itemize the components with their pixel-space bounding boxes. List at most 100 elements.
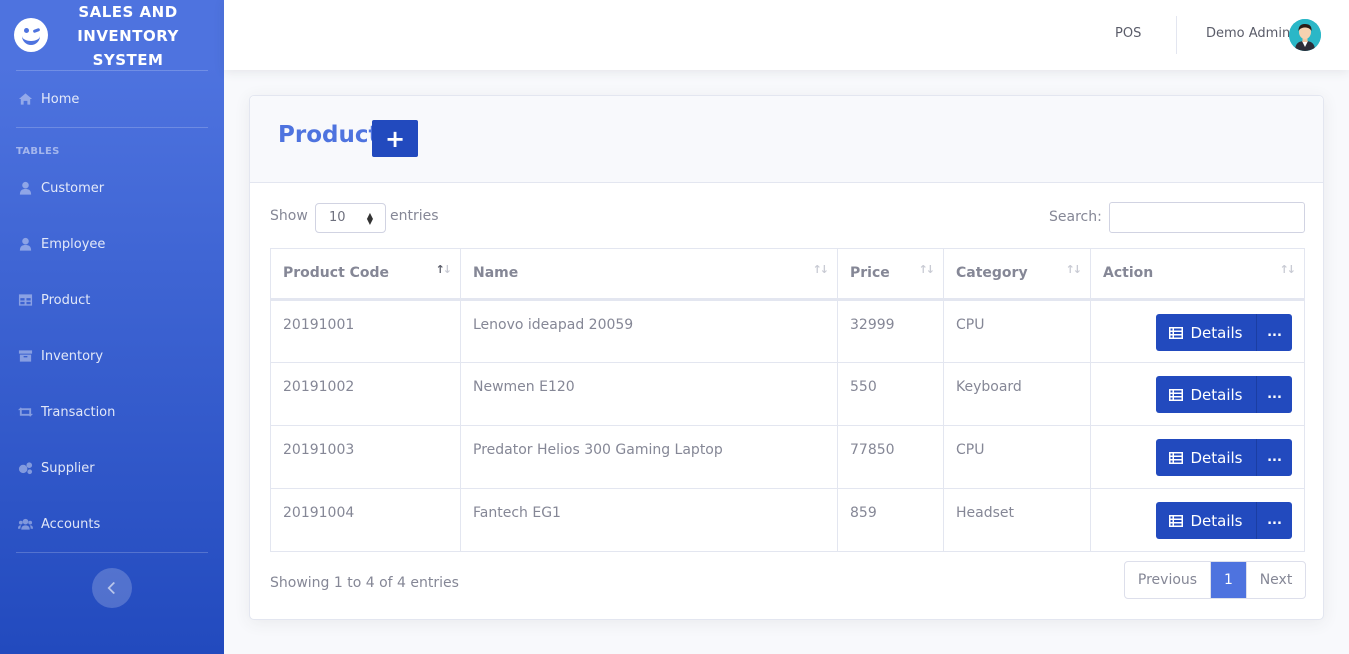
sidebar-item-product[interactable]: Product <box>0 272 224 328</box>
sidebar-item-label: Supplier <box>41 460 95 476</box>
cell-product-code: 20191003 <box>270 425 461 489</box>
details-button[interactable]: Details <box>1156 314 1257 351</box>
search-label: Search: <box>1049 209 1102 225</box>
sidebar-item-accounts[interactable]: Accounts <box>0 496 224 552</box>
column-header-action[interactable]: Action ↑↓ <box>1090 248 1305 301</box>
cell-price: 32999 <box>837 299 944 363</box>
cell-price: 77850 <box>837 425 944 489</box>
pagination: Previous 1 Next <box>1124 561 1306 599</box>
entries-select[interactable]: 10 ▲ ▼ <box>315 203 386 233</box>
column-header-label: Name <box>473 265 519 281</box>
sidebar-item-inventory[interactable]: Inventory <box>0 328 224 384</box>
add-product-button[interactable]: + <box>372 120 418 157</box>
table-row: 20191003 Predator Helios 300 Gaming Lapt… <box>270 425 1305 489</box>
home-icon <box>17 92 33 106</box>
cell-category: Keyboard <box>943 362 1091 426</box>
sidebar-heading: TABLES <box>16 146 60 157</box>
sidebar-item-label: Inventory <box>41 348 104 364</box>
details-button-label: Details <box>1190 385 1243 404</box>
sidebar: SALES AND INVENTORY SYSTEM Home TABLES C… <box>0 0 224 654</box>
column-header-price[interactable]: Price ↑↓ <box>837 248 944 301</box>
cell-price: 859 <box>837 488 944 552</box>
table-row: 20191002 Newmen E120 550 Keyboard Detail… <box>270 362 1305 426</box>
details-button-label: Details <box>1190 448 1243 467</box>
sidebar-toggle-button[interactable] <box>92 568 132 608</box>
brand-title: SALES AND INVENTORY SYSTEM <box>77 3 179 69</box>
sidebar-item-transaction[interactable]: Transaction <box>0 384 224 440</box>
sort-icon: ↑↓ <box>812 263 830 276</box>
cell-action: Details ... <box>1090 425 1305 489</box>
wink-face-icon <box>14 18 48 52</box>
archive-icon <box>17 349 33 363</box>
sort-icon: ↑↓ <box>435 263 453 276</box>
pagination-page-1[interactable]: 1 <box>1211 562 1246 598</box>
sidebar-brand[interactable]: SALES AND INVENTORY SYSTEM <box>0 0 224 70</box>
cell-action: Details ... <box>1090 299 1305 363</box>
column-header-name[interactable]: Name ↑↓ <box>460 248 838 301</box>
sidebar-item-home[interactable]: Home <box>0 71 224 127</box>
product-card: Product + Show 10 ▲ ▼ entries Search: Pro… <box>249 95 1324 620</box>
list-icon <box>1169 388 1184 401</box>
cell-name: Predator Helios 300 Gaming Laptop <box>460 425 838 489</box>
list-icon <box>1169 451 1184 464</box>
user-icon <box>17 237 33 251</box>
entries-select-value: 10 <box>329 210 346 225</box>
table-row: 20191001 Lenovo ideapad 20059 32999 CPU … <box>270 299 1305 363</box>
details-button-label: Details <box>1190 323 1243 342</box>
user-name[interactable]: Demo Admin <box>1206 26 1290 41</box>
more-button[interactable]: ... <box>1257 376 1292 413</box>
sidebar-item-label: Accounts <box>41 516 101 532</box>
sidebar-item-label: Transaction <box>41 404 116 420</box>
cell-action: Details ... <box>1090 488 1305 552</box>
sidebar-item-label: Employee <box>41 236 106 252</box>
action-button-group: Details ... <box>1156 439 1292 477</box>
users-icon <box>17 517 33 531</box>
sidebar-item-customer[interactable]: Customer <box>0 160 224 216</box>
cell-product-code: 20191004 <box>270 488 461 552</box>
sort-icon: ↑↓ <box>1279 263 1297 276</box>
cell-name: Lenovo ideapad 20059 <box>460 299 838 363</box>
cell-name: Fantech EG1 <box>460 488 838 552</box>
sidebar-item-label: Customer <box>41 180 105 196</box>
cell-action: Details ... <box>1090 362 1305 426</box>
pagination-previous[interactable]: Previous <box>1125 562 1211 598</box>
more-button[interactable]: ... <box>1257 439 1292 476</box>
table-header-row: Product Code ↑↓ Name ↑↓ Price ↑↓ Categor… <box>270 248 1305 301</box>
column-header-category[interactable]: Category ↑↓ <box>943 248 1091 301</box>
cell-category: Headset <box>943 488 1091 552</box>
details-button[interactable]: Details <box>1156 502 1257 539</box>
sidebar-item-supplier[interactable]: Supplier <box>0 440 224 496</box>
search-input[interactable] <box>1109 202 1305 233</box>
action-button-group: Details ... <box>1156 314 1292 352</box>
chevron-left-icon <box>107 582 115 594</box>
more-button[interactable]: ... <box>1257 502 1292 539</box>
action-button-group: Details ... <box>1156 376 1292 414</box>
action-button-group: Details ... <box>1156 502 1292 540</box>
show-label: Show <box>270 208 308 224</box>
table-icon <box>17 293 33 307</box>
column-header-label: Price <box>850 265 890 281</box>
column-header-label: Product Code <box>283 265 390 281</box>
sidebar-item-label: Product <box>41 292 91 308</box>
details-button[interactable]: Details <box>1156 439 1257 476</box>
list-icon <box>1169 326 1184 339</box>
cell-price: 550 <box>837 362 944 426</box>
column-header-product-code[interactable]: Product Code ↑↓ <box>270 248 461 301</box>
cell-product-code: 20191002 <box>270 362 461 426</box>
column-header-label: Category <box>956 265 1028 281</box>
pos-link[interactable]: POS <box>1115 26 1141 41</box>
sidebar-item-employee[interactable]: Employee <box>0 216 224 272</box>
cell-name: Newmen E120 <box>460 362 838 426</box>
pagination-next[interactable]: Next <box>1246 562 1305 598</box>
select-arrows-icon: ▲ ▼ <box>366 211 373 226</box>
cell-category: CPU <box>943 425 1091 489</box>
more-button[interactable]: ... <box>1257 314 1292 351</box>
retweet-icon <box>17 405 33 419</box>
card-header: Product + <box>250 96 1323 183</box>
details-button-label: Details <box>1190 511 1243 530</box>
topbar: POS Demo Admin <box>224 0 1349 70</box>
avatar[interactable] <box>1289 19 1321 51</box>
column-header-label: Action <box>1103 265 1154 281</box>
details-button[interactable]: Details <box>1156 376 1257 413</box>
cell-category: CPU <box>943 299 1091 363</box>
